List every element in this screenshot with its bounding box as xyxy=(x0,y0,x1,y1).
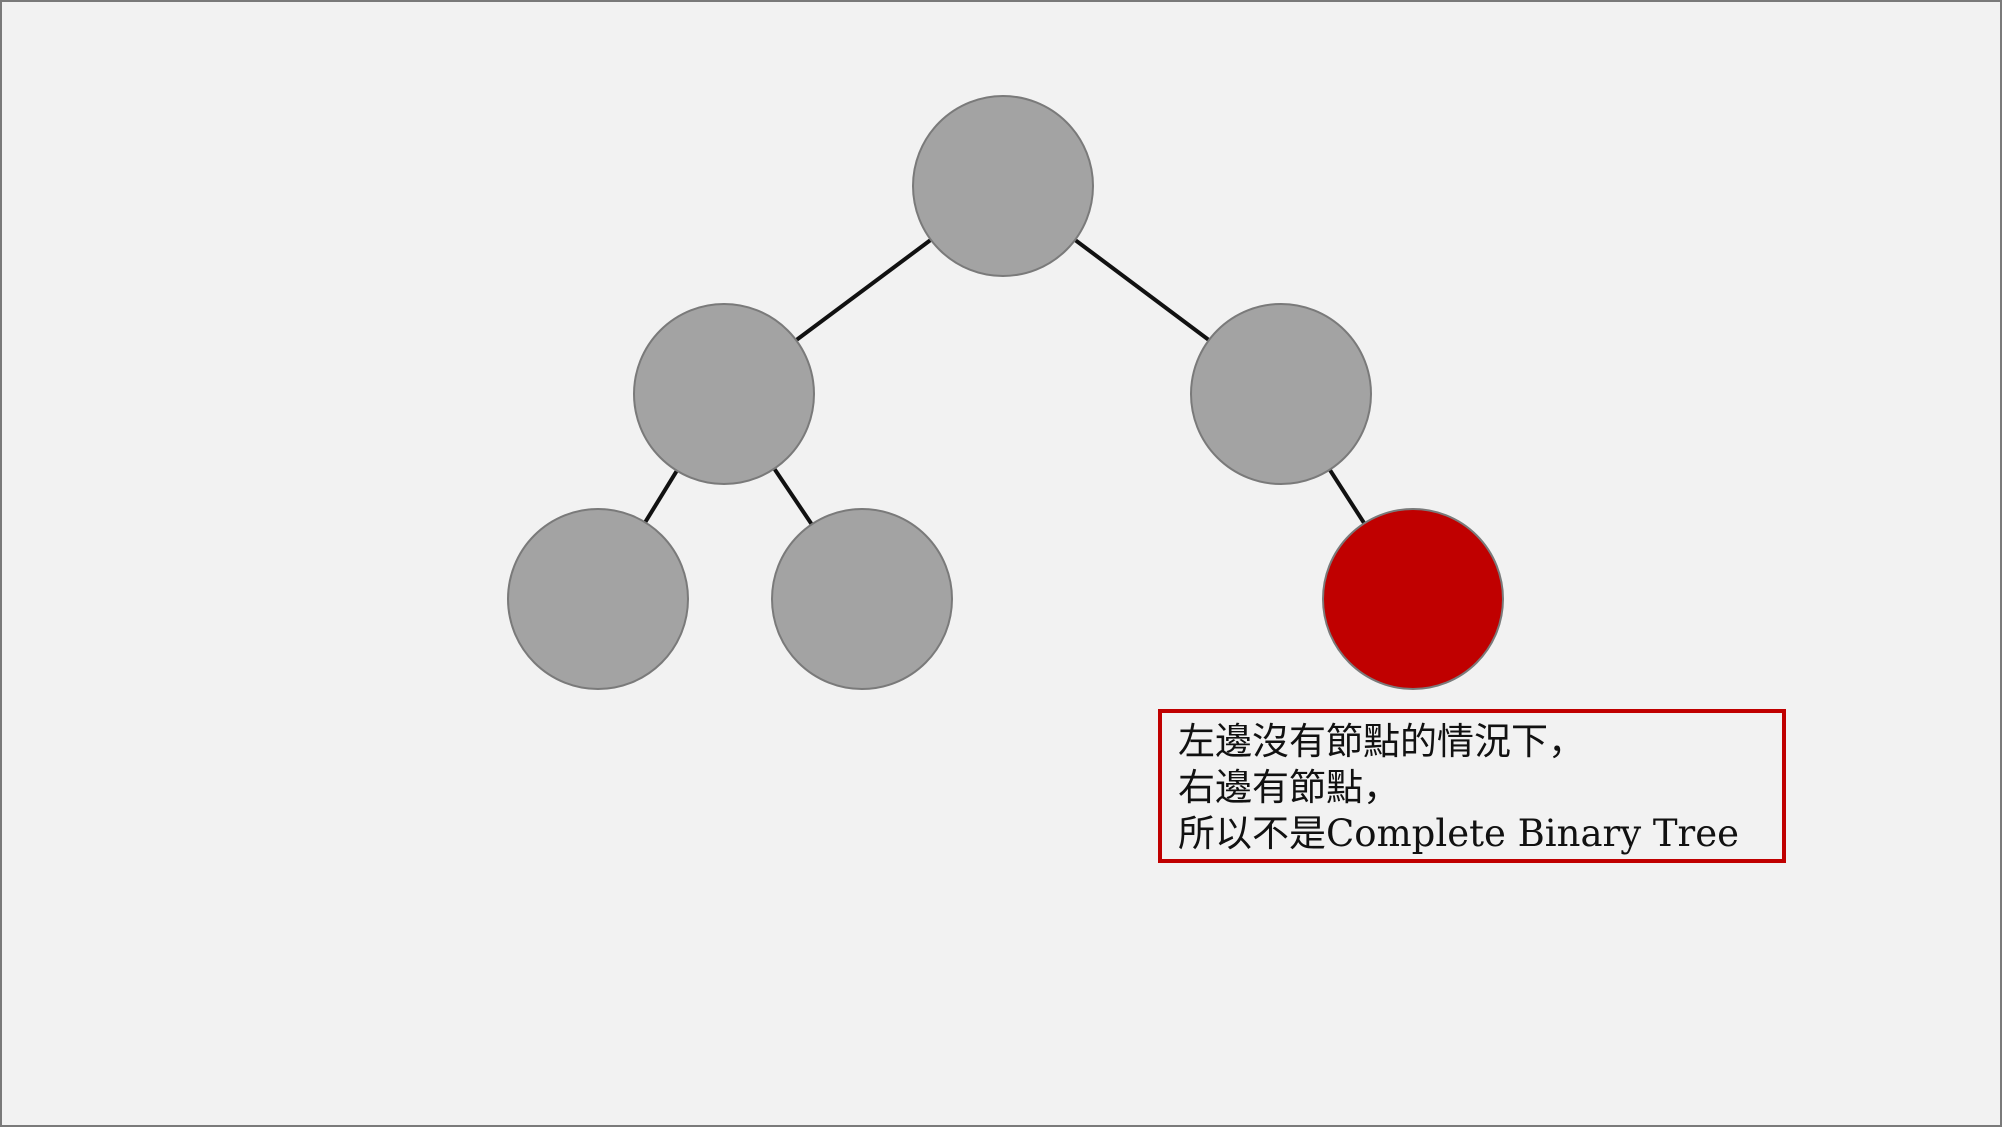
tree-node-root xyxy=(912,95,1094,277)
note-line-1: 左邊沒有節點的情況下， xyxy=(1178,720,1585,763)
tree-node-right-right-highlighted xyxy=(1322,508,1504,690)
tree-node-left xyxy=(633,303,815,485)
note-line-3: 所以不是Complete Binary Tree xyxy=(1178,812,1740,855)
note-line-2: 右邊有節點， xyxy=(1178,766,1400,809)
diagram-canvas: 左邊沒有節點的情況下， 右邊有節點， 所以不是Complete Binary T… xyxy=(0,0,2002,1127)
explanation-note: 左邊沒有節點的情況下， 右邊有節點， 所以不是Complete Binary T… xyxy=(1158,709,1786,863)
tree-nodes xyxy=(507,95,1504,690)
tree-node-right xyxy=(1190,303,1372,485)
binary-tree-diagram xyxy=(507,95,1504,690)
tree-node-left-right xyxy=(771,508,953,690)
tree-node-left-left xyxy=(507,508,689,690)
